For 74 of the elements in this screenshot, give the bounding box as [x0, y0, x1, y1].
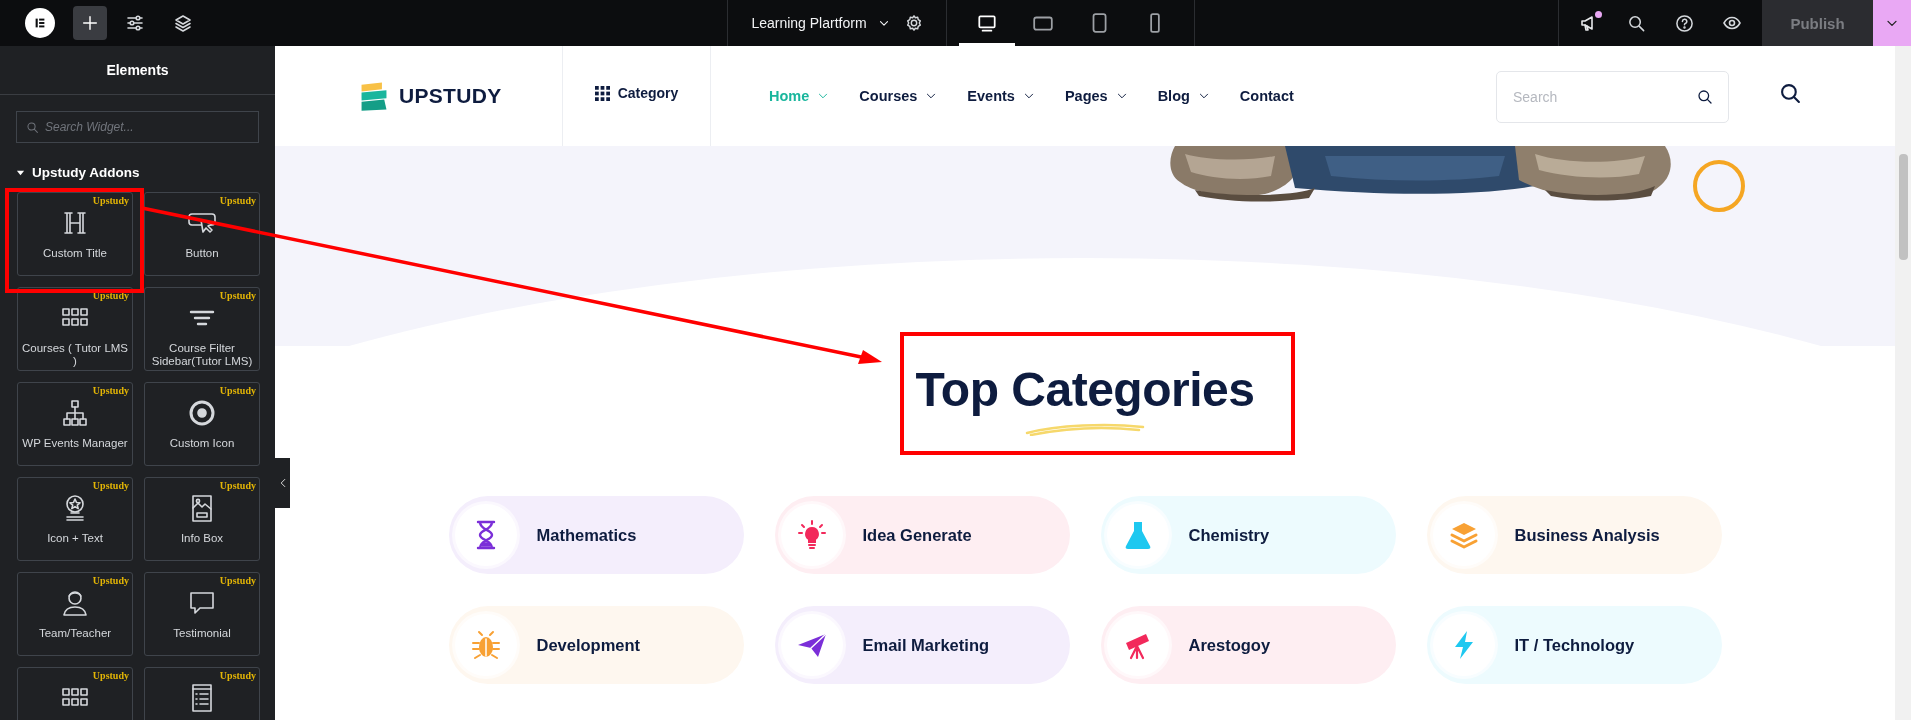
category-pill[interactable]: Chemistry — [1100, 496, 1396, 574]
widget-card[interactable]: Upstudy Custom Title — [17, 192, 133, 276]
scrollbar-track[interactable] — [1895, 46, 1911, 720]
category-label: Arestogoy — [1188, 635, 1271, 655]
nav-link[interactable]: Pages — [1064, 88, 1128, 104]
widget-card[interactable]: Upstudy Testimonial — [144, 572, 260, 656]
search-icon — [26, 121, 39, 134]
widget-label: Testimonial — [172, 627, 232, 641]
category-pill[interactable]: Business Analysis — [1426, 496, 1722, 574]
category-label: Idea Generate — [862, 525, 972, 545]
vendor-label: Upstudy — [92, 575, 129, 586]
category-label: IT / Technology — [1514, 635, 1635, 655]
category-pill[interactable]: Arestogoy — [1100, 606, 1396, 684]
scrollbar-thumb[interactable] — [1899, 154, 1908, 260]
category-pill[interactable]: Email Marketing — [774, 606, 1070, 684]
search-field[interactable]: Search Widget... — [16, 111, 259, 143]
section-header[interactable]: Upstudy Addons — [16, 165, 140, 180]
sliders-icon[interactable] — [125, 13, 145, 33]
widget-card[interactable]: Upstudy Team/Teacher — [17, 572, 133, 656]
category-pill[interactable]: IT / Technology — [1426, 606, 1722, 684]
widget-card[interactable]: Upstudy Custom Icon — [144, 382, 260, 466]
widget-card[interactable]: Upstudy WP Events Manager — [17, 382, 133, 466]
grid-icon — [594, 85, 610, 101]
vendor-label: Upstudy — [219, 575, 256, 586]
widget-card[interactable]: Upstudy — [144, 667, 260, 720]
widget-label: Info Box — [179, 532, 225, 546]
category-pill[interactable]: Mathematics — [448, 496, 744, 574]
page-title-dropdown[interactable]: Learning Plartform — [751, 15, 891, 31]
search-icon[interactable] — [1697, 89, 1713, 105]
vendor-label: Upstudy — [219, 195, 256, 206]
category-label: Mathematics — [536, 525, 637, 545]
widget-card[interactable]: Upstudy Button — [144, 192, 260, 276]
widget-label: WP Events Manager — [21, 437, 129, 451]
category-label: Development — [536, 635, 641, 655]
nav-link[interactable]: Blog — [1157, 88, 1210, 104]
vendor-label: Upstudy — [219, 670, 256, 681]
vendor-label: Upstudy — [92, 195, 129, 206]
nav-link[interactable]: Courses — [859, 88, 938, 104]
widget-label: Custom Icon — [168, 437, 236, 451]
app-logo-icon[interactable] — [25, 8, 55, 38]
vendor-label: Upstudy — [219, 385, 256, 396]
vendor-label: Upstudy — [92, 670, 129, 681]
widget-label: Button — [184, 247, 220, 261]
vendor-label: Upstudy — [219, 480, 256, 491]
widget-label: Custom Title — [42, 247, 108, 261]
ring-shape — [1693, 160, 1745, 212]
category-pill[interactable]: Idea Generate — [774, 496, 1070, 574]
widget-card[interactable]: Upstudy Course Filter Sidebar(Tutor LMS) — [144, 287, 260, 371]
vendor-label: Upstudy — [92, 385, 129, 396]
settings-icon[interactable] — [904, 14, 923, 32]
section-title: Top Categories — [915, 362, 1255, 418]
brand-name[interactable]: UPSTUDY — [399, 84, 502, 108]
category-label: Chemistry — [1188, 525, 1270, 545]
nav-link[interactable]: Contact — [1239, 88, 1294, 104]
caret-icon — [16, 168, 25, 177]
nav-link[interactable]: Events — [967, 88, 1035, 104]
widget-label: Icon + Text — [46, 532, 104, 546]
category-pill[interactable]: Development — [448, 606, 744, 684]
search-icon[interactable] — [1780, 82, 1801, 104]
widget-card[interactable]: Upstudy — [17, 667, 133, 720]
widget-card[interactable]: Upstudy Info Box — [144, 477, 260, 561]
widget-label: Team/Teacher — [37, 627, 113, 641]
layers-icon[interactable] — [173, 13, 193, 33]
widget-label: Course Filter Sidebar(Tutor LMS) — [150, 342, 254, 369]
help-icon[interactable] — [1674, 13, 1694, 33]
vendor-label: Upstudy — [219, 290, 256, 301]
widget-label: Courses ( Tutor LMS ) — [20, 342, 130, 369]
category-label: Email Marketing — [862, 635, 990, 655]
plus-icon — [81, 14, 99, 32]
category-label: Business Analysis — [1514, 525, 1660, 545]
search-icon[interactable] — [1627, 13, 1647, 33]
widget-card[interactable]: Upstudy Icon + Text — [17, 477, 133, 561]
vendor-label: Upstudy — [92, 480, 129, 491]
add-element-button[interactable] — [73, 6, 107, 40]
